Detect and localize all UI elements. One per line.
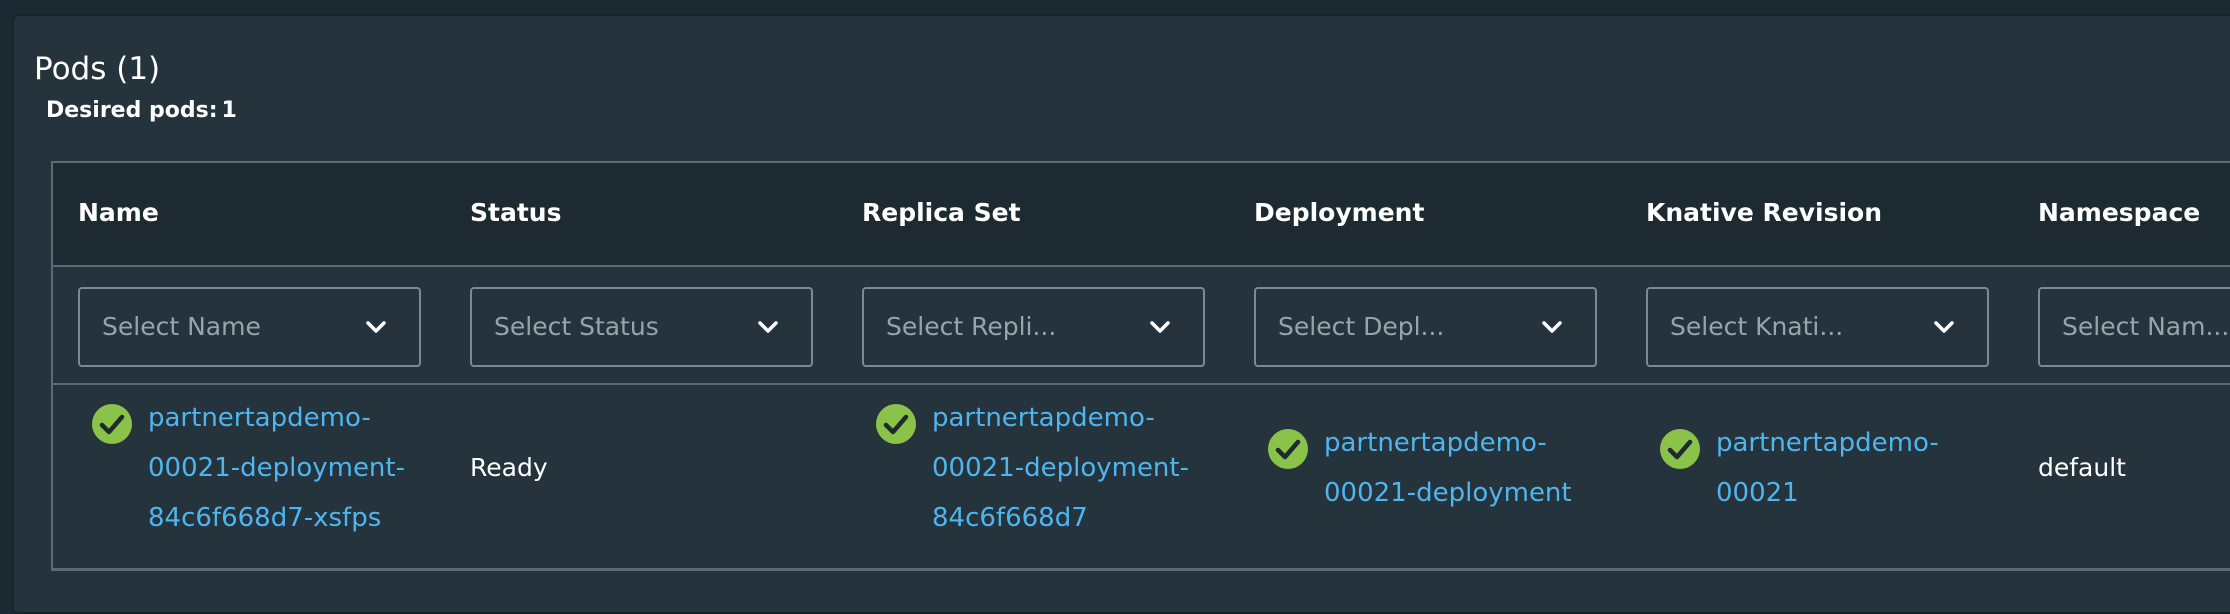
knative-revision-filter-placeholder: Select Knati... bbox=[1670, 312, 1844, 341]
replica-set-line-2: 00021-deployment- bbox=[932, 453, 1189, 483]
deployment-filter-placeholder: Select Depl... bbox=[1278, 312, 1445, 341]
chevron-down-icon bbox=[366, 321, 386, 333]
deployment-filter-select[interactable]: Select Depl... bbox=[1254, 287, 1597, 367]
column-header-name[interactable]: Name bbox=[78, 197, 159, 229]
column-header-replica-set[interactable]: Replica Set bbox=[862, 197, 1021, 229]
knative-revision-filter-select[interactable]: Select Knati... bbox=[1646, 287, 1989, 367]
desired-pods: Desired pods: 1 bbox=[46, 98, 237, 124]
pod-name-line-2: 00021-deployment- bbox=[148, 453, 405, 483]
column-header-deployment[interactable]: Deployment bbox=[1254, 197, 1424, 229]
deployment-link[interactable]: partnertapdemo- 00021-deployment bbox=[1324, 418, 1572, 518]
table-row: partnertapdemo- 00021-deployment- 84c6f6… bbox=[53, 385, 2230, 571]
chevron-down-icon bbox=[758, 321, 778, 333]
status-filter-placeholder: Select Status bbox=[494, 312, 659, 341]
desired-pods-value: 1 bbox=[221, 98, 237, 123]
chevron-down-icon bbox=[1542, 321, 1562, 333]
replica-set-line-3: 84c6f668d7 bbox=[932, 503, 1088, 533]
panel-title: Pods (1) bbox=[34, 51, 161, 87]
pod-name-line-1: partnertapdemo- bbox=[148, 403, 371, 433]
check-circle-icon bbox=[876, 404, 916, 444]
pod-namespace: default bbox=[2038, 453, 2126, 482]
check-circle-icon bbox=[92, 404, 132, 444]
desired-pods-label: Desired pods: bbox=[46, 98, 218, 123]
knative-revision-line-2: 00021 bbox=[1716, 478, 1799, 508]
pods-table: Name Status Replica Set Deployment Knati… bbox=[51, 161, 2230, 581]
check-circle-icon bbox=[1660, 429, 1700, 469]
pod-name-link[interactable]: partnertapdemo- 00021-deployment- 84c6f6… bbox=[148, 393, 405, 543]
replica-set-filter-select[interactable]: Select Repli... bbox=[862, 287, 1205, 367]
column-header-knative-revision[interactable]: Knative Revision bbox=[1646, 197, 1882, 229]
chevron-down-icon bbox=[1150, 321, 1170, 333]
deployment-line-1: partnertapdemo- bbox=[1324, 428, 1547, 458]
name-filter-placeholder: Select Name bbox=[102, 312, 261, 341]
status-filter-select[interactable]: Select Status bbox=[470, 287, 813, 367]
table-filter-row: Select Name Select Status Select Repli..… bbox=[53, 267, 2230, 385]
check-circle-icon bbox=[1268, 429, 1308, 469]
table-footer-row bbox=[53, 571, 2230, 581]
replica-set-line-1: partnertapdemo- bbox=[932, 403, 1155, 433]
deployment-line-2: 00021-deployment bbox=[1324, 478, 1572, 508]
pod-status: Ready bbox=[470, 453, 548, 482]
replica-set-link[interactable]: partnertapdemo- 00021-deployment- 84c6f6… bbox=[932, 393, 1189, 543]
namespace-filter-select[interactable]: Select Nam... bbox=[2038, 287, 2230, 367]
column-header-status[interactable]: Status bbox=[470, 197, 561, 229]
knative-revision-line-1: partnertapdemo- bbox=[1716, 428, 1939, 458]
chevron-down-icon bbox=[1934, 321, 1954, 333]
table-header-row: Name Status Replica Set Deployment Knati… bbox=[53, 163, 2230, 267]
namespace-filter-placeholder: Select Nam... bbox=[2062, 312, 2230, 341]
column-header-namespace[interactable]: Namespace bbox=[2038, 197, 2200, 229]
pod-name-line-3: 84c6f668d7-xsfps bbox=[148, 503, 382, 533]
knative-revision-link[interactable]: partnertapdemo- 00021 bbox=[1716, 418, 1939, 518]
replica-set-filter-placeholder: Select Repli... bbox=[886, 312, 1057, 341]
name-filter-select[interactable]: Select Name bbox=[78, 287, 421, 367]
